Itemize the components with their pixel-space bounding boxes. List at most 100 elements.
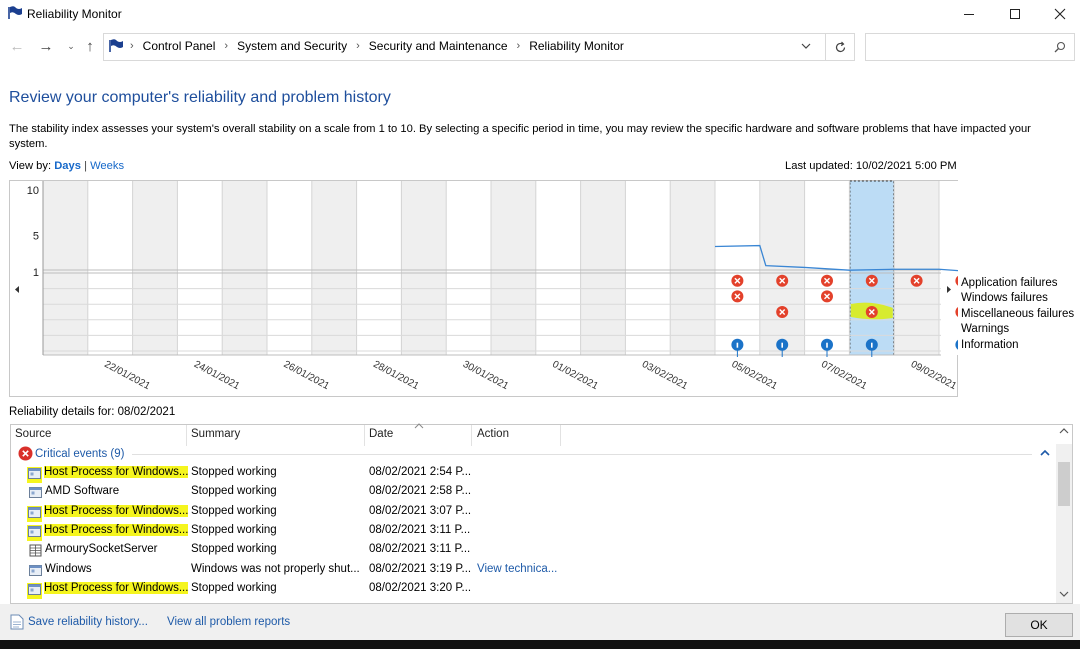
column-header-source[interactable]: Source: [15, 428, 51, 440]
breadcrumb-security-maintenance[interactable]: Security and Maintenance: [369, 39, 508, 53]
up-arrow-icon: ↑: [86, 37, 94, 55]
day-column[interactable]: [43, 181, 88, 355]
failure-event-icon[interactable]: [865, 274, 878, 287]
date-cell: 08/02/2021 2:58 P...: [369, 485, 472, 498]
table-row[interactable]: AMD Software Stopped working 08/02/2021 2:…: [26, 483, 1046, 502]
view-weeks-link[interactable]: Weeks: [90, 160, 124, 172]
critical-events-group[interactable]: Critical events (9): [18, 446, 124, 461]
date-cell: 08/02/2021 3:19 P...: [369, 562, 472, 575]
save-history-link[interactable]: Save reliability history...: [28, 616, 148, 628]
scroll-down-icon[interactable]: [1059, 591, 1069, 598]
table-row[interactable]: Host Process for Windows... Stopped worki…: [26, 464, 1046, 483]
search-input[interactable]: [866, 34, 1046, 60]
source-cell: ArmourySocketServer: [45, 543, 158, 556]
failure-event-icon[interactable]: [776, 306, 789, 318]
action-cell[interactable]: View technica...: [477, 563, 557, 575]
close-button[interactable]: [1037, 0, 1080, 28]
day-column[interactable]: [939, 181, 958, 355]
collapse-group-icon[interactable]: [1039, 448, 1051, 457]
date-tick-label: 28/01/2021: [371, 359, 421, 392]
chart-scroll-left-icon[interactable]: [15, 286, 19, 293]
info-glyph: [871, 342, 873, 348]
column-divider[interactable]: [186, 425, 187, 446]
recent-locations-button[interactable]: ⌄: [62, 36, 80, 56]
minimize-button[interactable]: [946, 0, 992, 28]
table-row[interactable]: ArmourySocketServer Stopped working 08/02/…: [26, 541, 1046, 560]
source-cell: Host Process for Windows...: [44, 466, 189, 478]
column-divider[interactable]: [560, 425, 561, 446]
date-tick-label: 26/01/2021: [282, 359, 332, 392]
day-column[interactable]: [222, 181, 267, 355]
back-button[interactable]: ←: [8, 36, 26, 56]
breadcrumb-system-security[interactable]: System and Security: [237, 39, 347, 53]
view-problem-reports-link[interactable]: View all problem reports: [167, 616, 290, 628]
day-column[interactable]: [625, 181, 671, 355]
date-cell: 08/02/2021 3:11 P...: [369, 543, 471, 556]
day-column[interactable]: [759, 181, 805, 355]
table-row[interactable]: Host Process for Windows... Stopped worki…: [26, 580, 1046, 599]
failure-event-icon[interactable]: [821, 290, 833, 303]
view-days-link[interactable]: Days: [54, 160, 81, 172]
column-header-date[interactable]: Date: [369, 428, 393, 440]
day-column[interactable]: [670, 181, 715, 355]
last-updated-text: Last updated: 10/02/2021 5:00 PM: [785, 160, 957, 172]
selected-day-column[interactable]: [849, 181, 895, 355]
app-window-icon: [29, 486, 42, 502]
day-column[interactable]: [87, 181, 133, 355]
column-divider[interactable]: [471, 425, 472, 446]
scroll-up-icon[interactable]: [1059, 427, 1069, 434]
date-tick-label: 22/01/2021: [102, 359, 152, 392]
ok-button[interactable]: OK: [1005, 613, 1073, 637]
refresh-button[interactable]: [825, 33, 855, 61]
forward-button[interactable]: →: [37, 36, 55, 56]
column-divider[interactable]: [364, 425, 365, 446]
source-cell: AMD Software: [45, 485, 120, 498]
maximize-button[interactable]: [992, 0, 1038, 28]
date-tick-label: 07/02/2021: [819, 359, 869, 392]
stability-chart-canvas[interactable]: 10 5 1 22/01/2021 24/01/2021 26/01/2021 28/01…: [9, 180, 958, 397]
day-column[interactable]: [132, 181, 178, 355]
search-box[interactable]: [865, 33, 1075, 61]
failure-event-icon[interactable]: [731, 274, 744, 287]
source-cell: Host Process for Windows...: [44, 523, 189, 536]
failure-event-icon[interactable]: [731, 290, 744, 303]
legend-warnings: Warnings: [961, 323, 1010, 335]
breadcrumb-chevron-icon: ›: [130, 40, 134, 52]
address-dropdown-icon[interactable]: [800, 40, 812, 52]
day-column[interactable]: [267, 181, 312, 355]
breadcrumb-reliability-monitor[interactable]: Reliability Monitor: [529, 39, 624, 53]
date-tick-label: 03/02/2021: [640, 359, 690, 392]
day-column[interactable]: [894, 181, 939, 355]
failure-event-icon[interactable]: [821, 274, 833, 287]
day-column[interactable]: [446, 181, 491, 355]
day-column[interactable]: [177, 181, 223, 355]
day-column[interactable]: [356, 181, 402, 355]
summary-cell: Stopped working: [191, 485, 277, 498]
reliability-flag-icon: [109, 39, 123, 52]
table-row[interactable]: Host Process for Windows... Stopped worki…: [26, 503, 1046, 522]
day-column[interactable]: [491, 181, 536, 355]
day-column[interactable]: [580, 181, 626, 355]
failure-event-icon[interactable]: [910, 274, 923, 287]
details-label: Reliability details for: 08/02/2021: [9, 406, 176, 418]
day-column[interactable]: [535, 181, 581, 355]
date-tick-label: 01/02/2021: [550, 359, 600, 392]
app-window-icon: [27, 582, 42, 599]
breadcrumb-control-panel[interactable]: Control Panel: [143, 39, 216, 53]
footer-bar: [0, 604, 1080, 640]
column-header-action[interactable]: Action: [477, 428, 509, 440]
search-icon: [1054, 41, 1066, 53]
failure-event-icon[interactable]: [776, 274, 789, 287]
up-button[interactable]: ↑: [81, 36, 99, 56]
table-row[interactable]: Windows Windows was not properly shut... 0…: [26, 561, 1046, 580]
legend-application-failures: Application failures: [961, 277, 1058, 289]
breadcrumb: › Control Panel › System and Security › …: [108, 39, 624, 53]
scrollbar-thumb[interactable]: [1058, 462, 1070, 506]
info-glyph: [826, 342, 828, 348]
day-column[interactable]: [311, 181, 357, 355]
day-column[interactable]: [715, 181, 760, 355]
day-column[interactable]: [401, 181, 447, 355]
table-row[interactable]: Host Process for Windows... Stopped worki…: [26, 522, 1046, 541]
breadcrumb-chevron-icon: ›: [356, 40, 360, 52]
column-header-summary[interactable]: Summary: [191, 428, 240, 440]
